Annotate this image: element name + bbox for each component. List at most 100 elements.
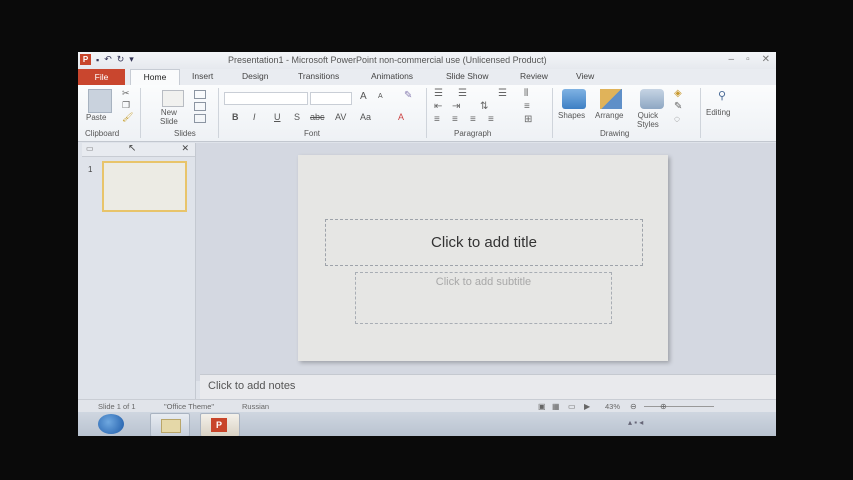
title-placeholder[interactable]: Click to add title	[325, 219, 643, 266]
layout-icon[interactable]	[194, 90, 206, 99]
folder-icon	[161, 419, 181, 433]
redo-icon[interactable]: ↻	[117, 54, 125, 65]
font-color-button[interactable]: A	[398, 112, 404, 122]
normal-view-icon[interactable]: ▣	[538, 402, 546, 411]
grow-font-button[interactable]: A	[360, 91, 367, 102]
editing-button[interactable]: Editing	[706, 108, 730, 117]
shape-effects-icon[interactable]: ◌	[674, 114, 680, 125]
justify-icon[interactable]: ≡	[488, 114, 494, 125]
slide-sorter-icon[interactable]: ▦	[552, 402, 560, 411]
text-direction-icon[interactable]: ⇅	[480, 101, 488, 112]
powerpoint-taskbar-icon: P	[211, 418, 227, 432]
quick-styles-icon[interactable]	[640, 89, 664, 109]
slideshow-view-icon[interactable]: ▶	[584, 402, 590, 411]
quick-styles-button[interactable]: Quick Styles	[637, 111, 659, 129]
slide-canvas[interactable]: Click to add title Click to add subtitle	[298, 155, 668, 361]
explorer-taskbar-button[interactable]	[150, 413, 190, 436]
underline-button[interactable]: U	[274, 112, 281, 122]
slides-group-label: Slides	[174, 129, 196, 138]
customize-icon[interactable]: ▾	[129, 54, 134, 65]
slide-counter: Slide 1 of 1	[98, 402, 136, 411]
notes-pane[interactable]: Click to add notes	[200, 374, 776, 400]
shapes-button[interactable]: Shapes	[558, 111, 585, 120]
quick-styles-label-1: Quick	[637, 111, 659, 120]
align-left-icon[interactable]: ≡	[434, 114, 440, 125]
start-button-icon[interactable]	[98, 414, 124, 434]
ribbon-home: Paste ✂ ❐ 🖌 Clipboard New Slide Slides A…	[78, 85, 776, 142]
minimize-icon[interactable]: –	[729, 54, 735, 65]
slides-panel-header: ▭ ↖ ✕	[82, 143, 195, 157]
slides-panel: ▭ ↖ ✕ 1	[82, 143, 196, 399]
smartart-icon[interactable]: ⊞	[524, 114, 532, 125]
align-center-icon[interactable]: ≡	[452, 114, 458, 125]
line-spacing-icon[interactable]: ☰	[498, 88, 507, 99]
change-case-button[interactable]: Aa	[360, 112, 371, 122]
numbering-icon[interactable]: ☰	[458, 88, 467, 99]
tab-design[interactable]: Design	[242, 71, 268, 81]
shrink-font-button[interactable]: A	[378, 93, 383, 100]
copy-icon[interactable]: ❐	[122, 100, 130, 111]
theme-name: "Office Theme"	[164, 402, 215, 411]
strikethrough-button[interactable]: abc	[310, 112, 325, 122]
font-size-input[interactable]	[310, 92, 352, 105]
powerpoint-window: P ▪ ↶ ↻ ▾ Presentation1 - Microsoft Powe…	[78, 52, 776, 436]
paste-button[interactable]: Paste	[86, 113, 106, 122]
drawing-group-label: Drawing	[600, 129, 630, 138]
shape-fill-icon[interactable]: ◈	[674, 88, 682, 99]
shapes-icon[interactable]	[562, 89, 586, 109]
subtitle-placeholder[interactable]: Click to add subtitle	[355, 272, 612, 324]
align-text-icon[interactable]: ≡	[524, 101, 530, 112]
new-slide-icon[interactable]	[162, 90, 184, 107]
new-slide-button[interactable]: New Slide	[160, 108, 178, 126]
bold-button[interactable]: B	[232, 112, 239, 122]
cut-icon[interactable]: ✂	[122, 88, 130, 99]
zoom-in-icon[interactable]: ⊕	[660, 402, 667, 411]
tab-insert[interactable]: Insert	[192, 71, 213, 81]
zoom-slider[interactable]	[644, 406, 714, 407]
increase-indent-icon[interactable]: ⇥	[452, 101, 460, 112]
reading-view-icon[interactable]: ▭	[568, 402, 576, 411]
tab-file[interactable]: File	[78, 69, 125, 85]
notes-placeholder: Click to add notes	[208, 380, 296, 392]
bullets-icon[interactable]: ☰	[434, 88, 443, 99]
slide-number: 1	[88, 165, 93, 174]
decrease-indent-icon[interactable]: ⇤	[434, 101, 442, 112]
slides-tab-icon[interactable]: ▭	[86, 144, 94, 153]
tray-icons[interactable]: ▴ ▪ ◂	[628, 418, 643, 427]
italic-button[interactable]: I	[253, 112, 256, 122]
align-right-icon[interactable]: ≡	[470, 114, 476, 125]
quick-access-toolbar: P ▪ ↶ ↻ ▾	[80, 54, 134, 65]
maximize-icon[interactable]: ▫	[746, 54, 750, 65]
tab-home[interactable]: Home	[130, 69, 180, 86]
powerpoint-icon[interactable]: P	[80, 54, 91, 65]
slide-thumbnail[interactable]	[102, 161, 187, 212]
zoom-out-icon[interactable]: ⊖	[630, 402, 637, 411]
tab-slide-show[interactable]: Slide Show	[446, 71, 489, 81]
binoculars-icon[interactable]: ⚲	[718, 89, 726, 102]
character-spacing-button[interactable]: AV	[335, 112, 346, 122]
format-painter-icon[interactable]: 🖌	[122, 112, 133, 123]
paste-icon[interactable]	[88, 89, 112, 113]
clipboard-group-label: Clipboard	[85, 129, 120, 138]
columns-icon[interactable]: ⫴	[524, 88, 528, 99]
save-icon[interactable]: ▪	[96, 55, 99, 65]
close-icon[interactable]: ✕	[762, 54, 770, 65]
reset-icon[interactable]	[194, 102, 206, 111]
close-panel-icon[interactable]: ✕	[181, 143, 189, 154]
tab-animations[interactable]: Animations	[371, 71, 413, 81]
undo-icon[interactable]: ↶	[104, 54, 112, 65]
zoom-level[interactable]: 43%	[605, 402, 620, 411]
status-bar: Slide 1 of 1 "Office Theme" Russian ▣ ▦ …	[78, 399, 776, 413]
arrange-icon[interactable]	[600, 89, 622, 109]
arrange-button[interactable]: Arrange	[595, 111, 623, 120]
tab-view[interactable]: View	[576, 71, 594, 81]
language-indicator[interactable]: Russian	[242, 402, 269, 411]
tab-review[interactable]: Review	[520, 71, 548, 81]
clear-formatting-icon[interactable]: ✎	[404, 90, 412, 101]
shadow-button[interactable]: S	[294, 112, 300, 122]
shape-outline-icon[interactable]: ✎	[674, 101, 682, 112]
font-name-input[interactable]	[224, 92, 308, 105]
tab-transitions[interactable]: Transitions	[298, 71, 339, 81]
section-icon[interactable]	[194, 114, 206, 123]
powerpoint-taskbar-button[interactable]: P	[200, 413, 240, 436]
